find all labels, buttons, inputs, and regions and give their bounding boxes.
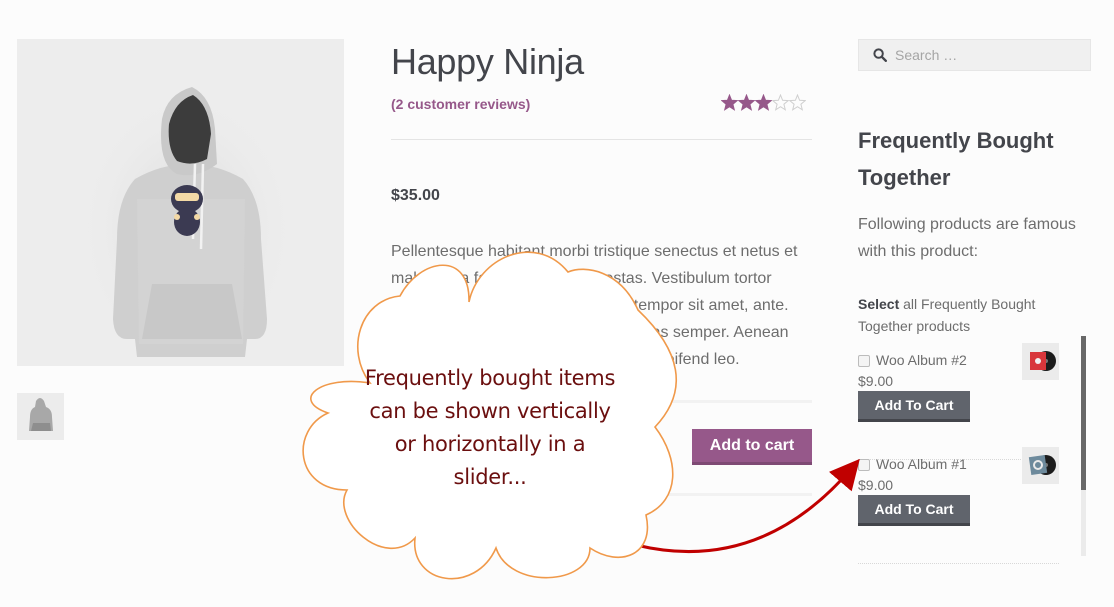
- fbt-add-to-cart-button[interactable]: Add To Cart: [858, 391, 970, 422]
- search-input[interactable]: [895, 44, 1085, 66]
- callout-line: Frequently bought items: [364, 366, 616, 390]
- search-icon[interactable]: [873, 48, 887, 62]
- widget-title: Frequently Bought Together: [858, 128, 1054, 190]
- divider: [391, 139, 812, 140]
- callout-line: can be shown vertically: [369, 399, 611, 423]
- select-all-bold[interactable]: Select: [858, 296, 899, 312]
- product-thumbnail[interactable]: [17, 393, 64, 440]
- customer-reviews-link[interactable]: (2 customer reviews): [391, 96, 530, 112]
- star-filled-icon: [721, 94, 738, 111]
- fbt-item-price: $9.00: [858, 373, 894, 389]
- star-filled-icon: [755, 94, 772, 111]
- product-main-image[interactable]: [17, 39, 344, 366]
- star-empty-icon: [789, 94, 806, 111]
- fbt-list-item: Woo Album #1 $9.00 Add To Cart: [858, 447, 1059, 564]
- callout-text: Frequently bought items can be shown ver…: [340, 362, 640, 494]
- fbt-item-name[interactable]: Woo Album #2: [876, 352, 967, 368]
- star-filled-icon: [738, 94, 755, 111]
- fbt-list-item: Woo Album #2 $9.00 Add To Cart: [858, 343, 1059, 460]
- product-title: Happy Ninja: [391, 41, 584, 82]
- album-icon: [1030, 351, 1056, 371]
- product-price: $35.00: [391, 187, 440, 204]
- fbt-scrollbar[interactable]: [1081, 336, 1086, 556]
- hoodie-image: [77, 87, 297, 366]
- widget-description: Following products are famous with this …: [858, 216, 1076, 260]
- album-icon: [1028, 454, 1056, 476]
- fbt-item-checkbox[interactable]: [858, 355, 870, 367]
- star-empty-icon: [772, 94, 789, 111]
- product-description: Pellentesque habitant morbi tristique se…: [391, 243, 798, 368]
- add-to-cart-button[interactable]: Add to cart: [692, 429, 812, 465]
- search-form: [858, 39, 1091, 71]
- fbt-item-thumbnail[interactable]: [1022, 447, 1059, 484]
- star-rating: [721, 94, 809, 114]
- fbt-item-price: $9.00: [858, 477, 894, 493]
- fbt-item-name[interactable]: Woo Album #1: [876, 456, 967, 472]
- fbt-item-checkbox[interactable]: [858, 459, 870, 471]
- hoodie-back-thumbnail-image: [29, 398, 53, 431]
- select-all-link[interactable]: Select all Frequently Bought Together pr…: [858, 293, 1058, 337]
- callout-arrow: [635, 458, 860, 553]
- callout-line: slider...: [453, 465, 527, 489]
- fbt-item-thumbnail[interactable]: [1022, 343, 1059, 380]
- fbt-add-to-cart-button[interactable]: Add To Cart: [858, 495, 970, 526]
- fbt-scrollbar-thumb[interactable]: [1081, 336, 1086, 490]
- callout-line: or horizontally in a: [394, 432, 586, 456]
